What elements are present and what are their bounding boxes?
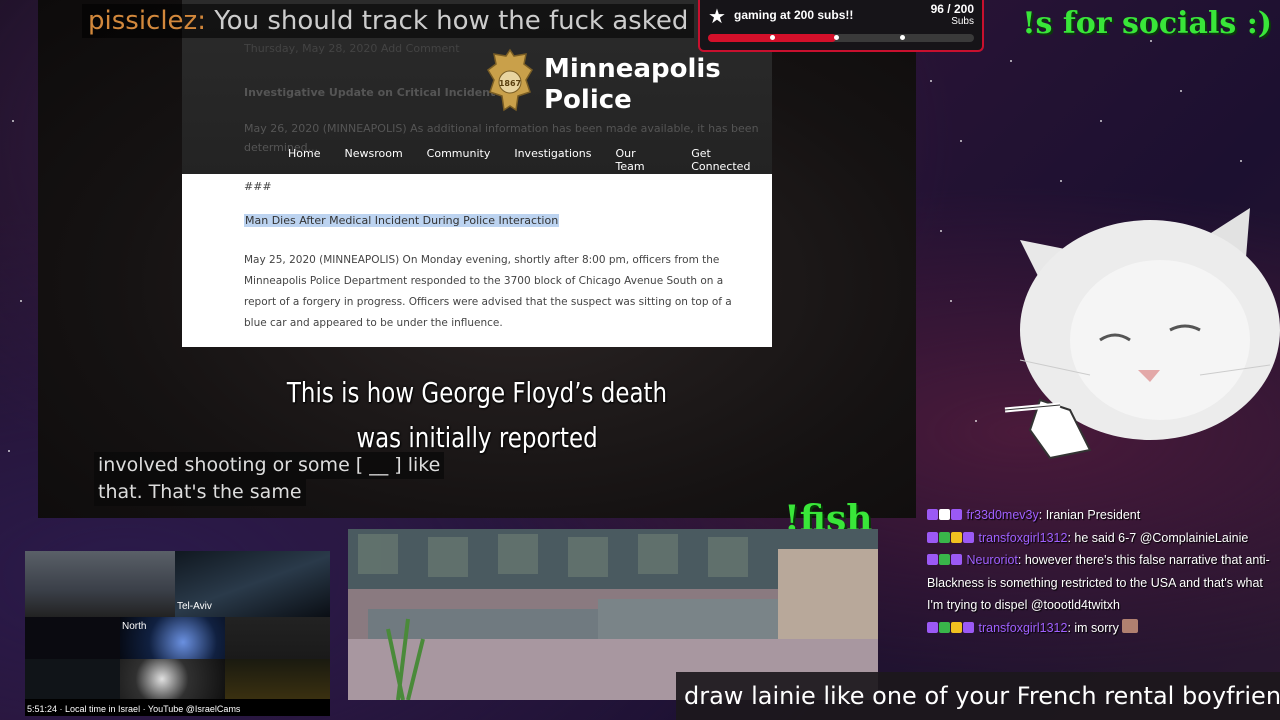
- progress-marker: [769, 35, 775, 40]
- section-divider: ###: [244, 180, 272, 193]
- badge-icon: [951, 621, 962, 633]
- nav-home[interactable]: Home: [288, 147, 320, 173]
- badge-year: 1867: [499, 79, 521, 88]
- cam-feed: [25, 551, 175, 617]
- press-body: May 25, 2020 (MINNEAPOLIS) On Monday eve…: [244, 254, 732, 329]
- cam-time-readout: 5:51:24 · Local time in Israel · YouTube…: [27, 704, 241, 714]
- sub-goal-widget: ★ gaming at 200 subs!! 96 / 200 Subs: [698, 0, 984, 52]
- cam-feed: [25, 659, 120, 699]
- press-headline: Man Dies After Medical Incident During P…: [244, 214, 560, 227]
- socials-command: !s for socials :): [1022, 6, 1272, 41]
- video-subtitle: This is how George Floyd’s death was ini…: [286, 376, 668, 454]
- badge-icon: [939, 509, 950, 520]
- emote-icon: [1122, 618, 1139, 633]
- badge-icon: [951, 509, 962, 520]
- chat-username[interactable]: Neuroriot: [966, 553, 1017, 567]
- chat-message: fr33d0mev3y: Iranian President: [927, 504, 1277, 527]
- tts-banner-message: draw lainie like one of your French rent…: [676, 672, 1280, 720]
- chat-panel: fr33d0mev3y: Iranian President transfoxg…: [927, 504, 1277, 639]
- chat-username: pissiclez:: [88, 6, 206, 36]
- highlighted-chat-message: pissiclez: You should track how the fuck…: [82, 4, 695, 38]
- chat-text: You should track how the fuck asked: [214, 6, 689, 36]
- live-captions: involved shooting or some [ __ ] like th…: [94, 452, 445, 506]
- badge-icon: [963, 531, 974, 543]
- badge-icon: [927, 554, 938, 565]
- cam-feed: [120, 659, 225, 699]
- crying-cat-image: [1004, 208, 1280, 460]
- bg-date: Thursday, May 28, 2020 Add Comment: [244, 42, 460, 55]
- chat-text: Iranian President: [1045, 508, 1141, 522]
- cam-feed: [25, 617, 120, 659]
- nav-get-connected[interactable]: Get Connected: [691, 147, 772, 173]
- cam-feed: Tel-Aviv: [175, 551, 330, 617]
- chat-message: Neuroriot: however there's this false na…: [927, 553, 1270, 612]
- city-cams-grid: Tel-Aviv North 5:51:24 · Local time in I…: [25, 551, 330, 716]
- progress-marker: [900, 35, 906, 40]
- police-badge-icon: 1867: [487, 48, 533, 112]
- badge-icon: [927, 531, 938, 543]
- chat-username[interactable]: transfoxgirl1312: [978, 531, 1067, 545]
- chat-text: he said 6-7 @ComplainieLainie: [1074, 530, 1249, 545]
- cam-label: Tel-Aviv: [177, 601, 212, 612]
- badge-icon: [939, 621, 950, 633]
- bg-heading: Investigative Update on Critical Inciden…: [244, 86, 496, 99]
- chat-message: transfoxgirl1312: he said 6-7 @Complaini…: [927, 527, 1277, 550]
- sub-goal-progress-track: [708, 34, 974, 42]
- star-icon: ★: [708, 6, 726, 28]
- badge-icon: [951, 554, 962, 565]
- badge-icon: [963, 621, 974, 633]
- nav-our-team[interactable]: Our Team: [615, 147, 667, 173]
- cam-feed: [225, 617, 330, 659]
- badge-icon: [939, 554, 950, 565]
- chat-username[interactable]: fr33d0mev3y: [966, 508, 1038, 522]
- nav-newsroom[interactable]: Newsroom: [344, 147, 402, 173]
- press-release-card: ### Man Dies After Medical Incident Duri…: [182, 174, 772, 347]
- progress-marker: [833, 35, 839, 40]
- bg-paragraph-line: May 26, 2020 (MINNEAPOLIS) As additional…: [244, 122, 759, 135]
- sub-goal-label: gaming at 200 subs!!: [734, 8, 854, 22]
- site-title: Minneapolis Police: [544, 54, 721, 115]
- sub-goal-count: 96 / 200 Subs: [930, 2, 974, 27]
- chat-message: transfoxgirl1312: im sorry: [927, 617, 1277, 640]
- site-nav: Home Newsroom Community Investigations O…: [288, 147, 772, 173]
- badge-icon: [939, 531, 950, 543]
- badge-icon: [951, 531, 962, 543]
- badge-icon: [927, 509, 938, 520]
- main-video-feed: Thursday, May 28, 2020 Add Comment Inves…: [38, 0, 916, 518]
- badge-icon: [927, 621, 938, 633]
- nav-community[interactable]: Community: [427, 147, 491, 173]
- cam-feed: [225, 659, 330, 699]
- cam-label: North: [122, 621, 147, 632]
- chat-text: im sorry: [1074, 620, 1119, 635]
- cam-feed: North: [120, 617, 225, 659]
- chat-username[interactable]: transfoxgirl1312: [978, 621, 1067, 635]
- nav-investigations[interactable]: Investigations: [514, 147, 591, 173]
